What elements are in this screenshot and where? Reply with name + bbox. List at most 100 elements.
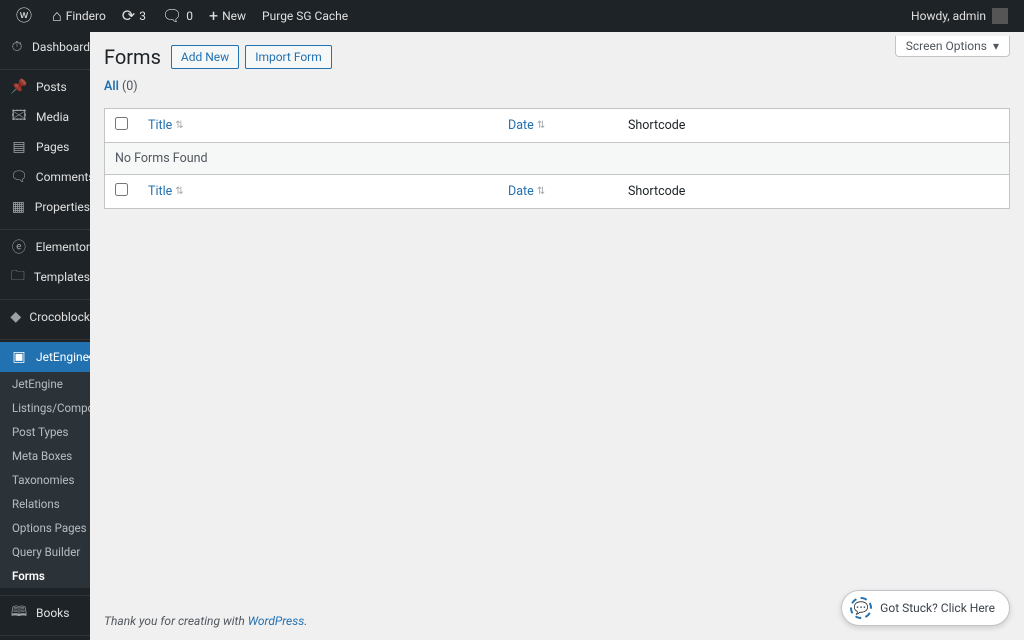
sub-item-options-pages[interactable]: Options Pages <box>0 516 90 540</box>
screen-options-toggle[interactable]: Screen Options ▾ <box>895 36 1010 57</box>
comments-count: 0 <box>186 9 193 23</box>
book-icon: 🕮 <box>10 604 28 622</box>
col-shortcode-label: Shortcode <box>628 118 685 133</box>
filter-all[interactable]: All <box>104 79 119 94</box>
sidebar-item-books[interactable]: 🕮 Books <box>0 598 90 628</box>
properties-icon: ▦ <box>10 198 27 216</box>
import-form-button[interactable]: Import Form <box>245 45 332 69</box>
help-bubble[interactable]: 💬 Got Stuck? Click Here <box>841 590 1010 626</box>
sidebar-label-media: Media <box>36 110 69 124</box>
sub-item-forms[interactable]: Forms <box>0 564 90 588</box>
howdy-text: Howdy, admin <box>911 9 986 23</box>
updates-item[interactable]: ⟳ 3 <box>114 0 154 32</box>
col-footer-checkbox <box>105 174 138 208</box>
admin-bar-right: Howdy, admin <box>903 0 1016 32</box>
col-header-title[interactable]: Title⇅ <box>138 109 498 143</box>
sidebar-item-posts[interactable]: 📌 Posts <box>0 72 90 102</box>
sidebar-label-elementor: Elementor <box>36 240 90 254</box>
filter-all-count: (0) <box>122 79 138 94</box>
sidebar-label-crocoblock: Crocoblock <box>29 310 90 324</box>
menu-separator <box>0 334 90 340</box>
sidebar-item-dashboard[interactable]: ⏱Dashboard <box>0 32 90 62</box>
main-content: Screen Options ▾ Forms Add New Import Fo… <box>90 32 1024 640</box>
chevron-down-icon: ▾ <box>993 39 999 53</box>
purge-label: Purge SG Cache <box>262 9 348 23</box>
jetengine-icon: ▣ <box>10 348 28 366</box>
select-all-top[interactable] <box>115 117 128 130</box>
col-header-date[interactable]: Date⇅ <box>498 109 618 143</box>
jetengine-submenu: JetEngine Listings/Components Post Types… <box>0 372 90 588</box>
forms-table: Title⇅ Date⇅ Shortcode No Forms Found Ti… <box>104 108 1010 209</box>
screen-options-label: Screen Options <box>906 39 987 53</box>
comments-item[interactable]: 🗨 0 <box>154 0 201 32</box>
col-footer-shortcode: Shortcode <box>618 174 1009 208</box>
sidebar-label-posts: Posts <box>36 80 67 94</box>
plus-icon: + <box>209 8 218 24</box>
site-name-item[interactable]: ⌂ Findero <box>44 0 114 32</box>
wp-logo[interactable]: ⓦ <box>8 0 44 32</box>
menu-separator <box>0 590 90 596</box>
col-date-label: Date <box>508 118 534 133</box>
site-name: Findero <box>66 9 106 23</box>
menu-separator <box>0 224 90 230</box>
sub-item-taxonomies[interactable]: Taxonomies <box>0 468 90 492</box>
page-title: Forms <box>104 45 161 69</box>
col-header-shortcode: Shortcode <box>618 109 1009 143</box>
sub-item-relations[interactable]: Relations <box>0 492 90 516</box>
wordpress-icon: ⓦ <box>16 8 32 24</box>
sub-item-meta-boxes[interactable]: Meta Boxes <box>0 444 90 468</box>
sidebar-item-properties[interactable]: ▦Properties <box>0 192 90 222</box>
sidebar-item-comments[interactable]: 🗨 Comments <box>0 162 90 192</box>
sidebar-item-pages[interactable]: ▤Pages <box>0 132 90 162</box>
filter-links: All (0) <box>104 79 1010 94</box>
col-title-label: Title <box>148 184 172 199</box>
menu-separator <box>0 294 90 300</box>
comments-icon: 🗨 <box>10 168 28 186</box>
add-new-button[interactable]: Add New <box>171 45 239 69</box>
sort-icon: ⇅ <box>175 186 183 197</box>
sidebar-item-templates[interactable]: 🗀Templates <box>0 262 90 292</box>
purge-cache-item[interactable]: Purge SG Cache <box>254 0 356 32</box>
no-items-row: No Forms Found <box>105 143 1009 174</box>
filter-all-label: All <box>104 79 119 94</box>
avatar-icon <box>992 8 1008 24</box>
new-content-item[interactable]: + New <box>201 0 254 32</box>
footer-wordpress-link[interactable]: WordPress <box>248 614 305 628</box>
sidebar-item-elementor[interactable]: ⓔElementor <box>0 232 90 262</box>
sidebar-label-templates: Templates <box>34 270 90 284</box>
sidebar-item-media[interactable]: 🖾 Media <box>0 102 90 132</box>
media-icon: 🖾 <box>10 108 28 126</box>
col-header-checkbox <box>105 109 138 143</box>
pin-icon: 📌 <box>10 78 28 96</box>
col-footer-date[interactable]: Date⇅ <box>498 174 618 208</box>
footer-suffix: . <box>304 614 307 628</box>
sub-item-jetengine[interactable]: JetEngine <box>0 372 90 396</box>
sub-item-post-types[interactable]: Post Types <box>0 420 90 444</box>
menu-separator <box>0 64 90 70</box>
chat-icon: 💬 <box>850 597 872 619</box>
sidebar-item-jetengine[interactable]: ▣JetEngine <box>0 342 90 372</box>
admin-sidebar: ⏱Dashboard 📌 Posts 🖾 Media ▤Pages 🗨 Comment… <box>0 32 90 640</box>
sub-item-listings[interactable]: Listings/Components <box>0 396 90 420</box>
admin-bar: ⓦ ⌂ Findero ⟳ 3 🗨 0 + New Purge SG Cache… <box>0 0 1024 32</box>
page-header: Forms Add New Import Form <box>104 45 1010 69</box>
sidebar-label-books: Books <box>36 606 69 620</box>
no-items-cell: No Forms Found <box>105 143 1009 174</box>
footer-prefix: Thank you for creating with <box>104 614 248 628</box>
home-icon: ⌂ <box>52 8 62 24</box>
help-bubble-label: Got Stuck? Click Here <box>880 601 995 615</box>
my-account[interactable]: Howdy, admin <box>903 0 1016 32</box>
sidebar-label-comments: Comments <box>36 170 90 184</box>
menu-separator <box>0 630 90 636</box>
col-footer-title[interactable]: Title⇅ <box>138 174 498 208</box>
dashboard-icon: ⏱ <box>10 38 24 56</box>
sidebar-item-crocoblock[interactable]: ◆Crocoblock <box>0 302 90 332</box>
col-date-label: Date <box>508 184 534 199</box>
select-all-bottom[interactable] <box>115 183 128 196</box>
sub-item-query-builder[interactable]: Query Builder <box>0 540 90 564</box>
sort-icon: ⇅ <box>537 186 545 197</box>
admin-bar-left: ⓦ ⌂ Findero ⟳ 3 🗨 0 + New Purge SG Cache <box>8 0 356 32</box>
sort-icon: ⇅ <box>175 120 183 131</box>
col-title-label: Title <box>148 118 172 133</box>
refresh-icon: ⟳ <box>122 8 135 24</box>
